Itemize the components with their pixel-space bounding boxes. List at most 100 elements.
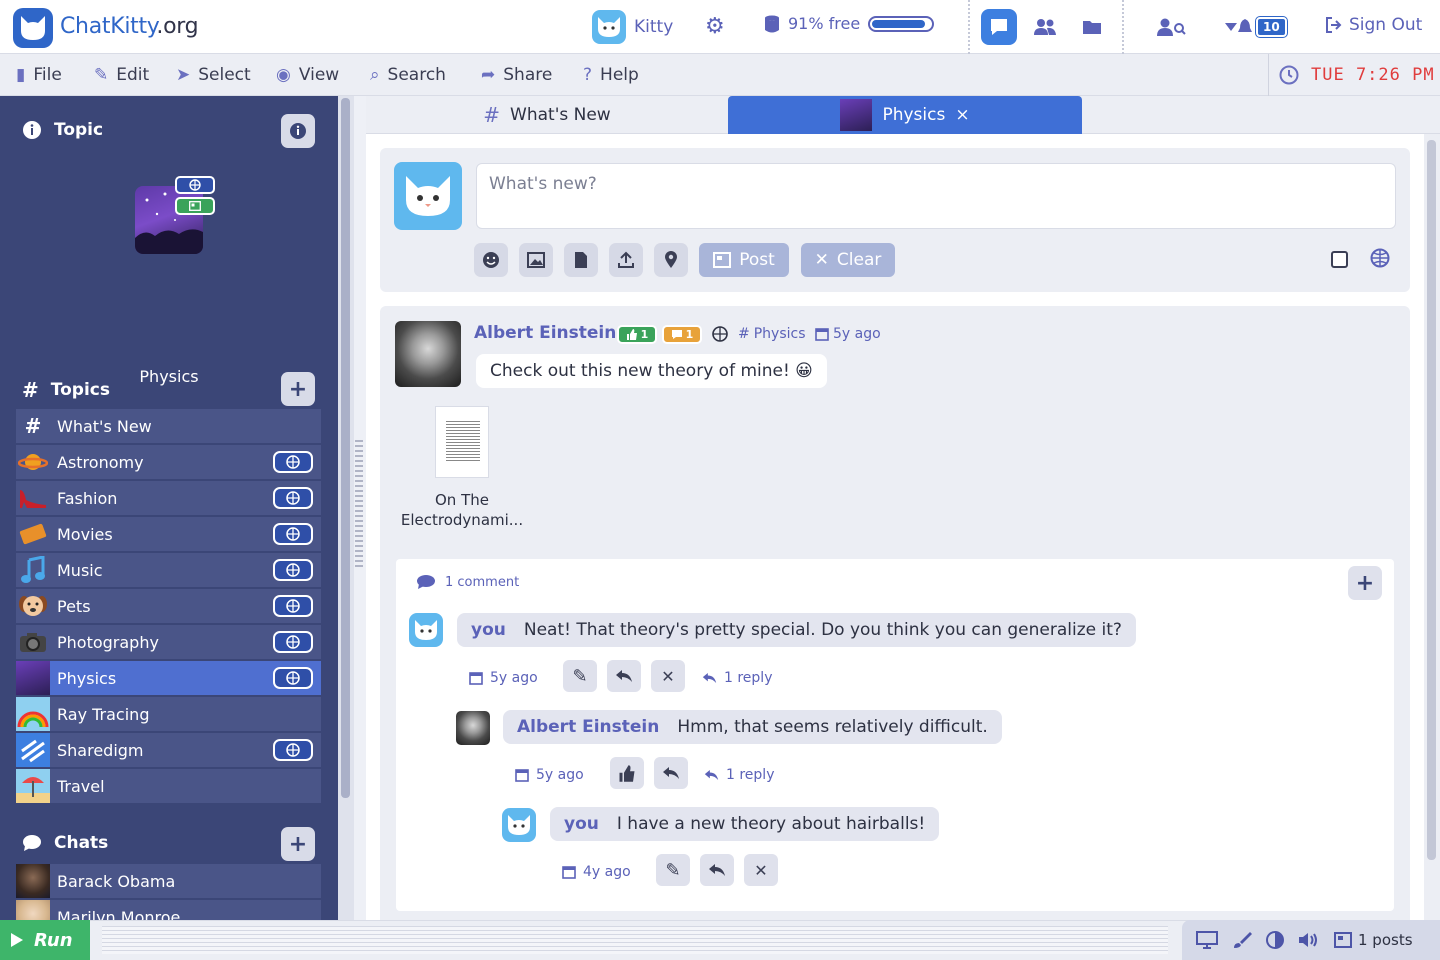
menu-file[interactable]: ▮ File [16, 65, 62, 85]
run-button[interactable]: Run [0, 920, 90, 960]
edit-comment-button[interactable]: ✎ [563, 660, 597, 692]
planet-icon [16, 445, 50, 479]
comment-author[interactable]: you [564, 814, 599, 834]
menu-share[interactable]: ➦ Share [481, 65, 552, 85]
storage-indicator[interactable]: 91% free [764, 14, 935, 33]
replies-toggle[interactable]: 1 reply [704, 767, 774, 783]
reply-button[interactable] [654, 757, 688, 789]
menu-view[interactable]: ◉ View [276, 65, 339, 85]
camera-icon [16, 625, 50, 659]
sidebar-item-fashion[interactable]: Fashion [16, 481, 321, 515]
sign-out-button[interactable]: Sign Out [1325, 15, 1422, 35]
paintbrush-icon[interactable] [1232, 931, 1252, 949]
delete-comment-button[interactable]: ✕ [651, 660, 685, 692]
replies-label: 1 reply [724, 670, 773, 686]
comments-badge[interactable]: 1 [662, 325, 702, 344]
sidebar-item-photography[interactable]: Photography [16, 625, 321, 659]
public-checkbox[interactable] [1331, 251, 1348, 268]
menu-search[interactable]: ⌕ Search [370, 65, 446, 85]
add-chat-button[interactable]: + [281, 827, 315, 861]
notifications-button[interactable] [1218, 9, 1258, 45]
add-topic-button[interactable]: + [281, 372, 315, 406]
sidebar-scrollbar-thumb[interactable] [341, 98, 350, 798]
location-button[interactable] [654, 243, 688, 277]
thumbs-up-icon [626, 329, 637, 340]
likes-badge[interactable]: 1 [617, 325, 657, 344]
newspaper-icon [713, 252, 732, 268]
posts-count[interactable]: 1 posts [1334, 931, 1413, 949]
edit-comment-button[interactable]: ✎ [656, 854, 690, 886]
content-scrollbar-thumb[interactable] [1427, 140, 1436, 860]
sidebar-item-ray-tracing[interactable]: Ray Tracing [16, 697, 321, 731]
comment-author[interactable]: Albert Einstein [517, 717, 659, 737]
topic-heading-label: Topic [54, 120, 104, 140]
sidebar-scrollbar[interactable] [338, 96, 354, 920]
emoji-button[interactable] [474, 243, 508, 277]
tab-physics[interactable]: Physics × [728, 96, 1082, 134]
comments-header[interactable]: 1 comment [416, 574, 519, 590]
topic-heading: Topic [22, 120, 103, 140]
replies-toggle[interactable]: 1 reply [702, 670, 772, 686]
post-input[interactable]: What's new? [476, 163, 1396, 229]
chat-view-button[interactable] [981, 9, 1017, 45]
topics-heading-label: Topics [50, 380, 110, 400]
tab-whats-new[interactable]: # What's New [366, 96, 728, 134]
content-scrollbar[interactable] [1424, 134, 1440, 920]
attachment-name[interactable]: On The Electrodynami... [396, 490, 528, 530]
sidebar-chat-barack-obama[interactable]: Barack Obama [16, 864, 321, 898]
reply-button[interactable] [700, 854, 734, 886]
settings-gear-icon[interactable]: ⚙ [705, 14, 725, 39]
post-topic-label: Physics [753, 326, 806, 342]
reply-button[interactable] [607, 660, 641, 692]
monitor-icon[interactable] [1196, 931, 1218, 949]
plus-icon: + [288, 831, 308, 857]
sidebar: Topic Physics # Topics + # What's New As… [0, 96, 338, 920]
sidebar-chat-marilyn-monroe[interactable]: Marilyn Monroe [16, 900, 321, 920]
add-comment-button[interactable]: + [1348, 566, 1382, 600]
menu-edit[interactable]: ✎ Edit [94, 65, 149, 85]
globe-icon [712, 326, 728, 342]
clock-time: TUE 7:26 PM [1311, 65, 1435, 85]
menu-view-label: View [298, 65, 340, 85]
upload-button[interactable] [609, 243, 643, 277]
sidebar-item-sharedigm[interactable]: Sharedigm [16, 733, 321, 767]
contrast-icon[interactable] [1266, 931, 1284, 949]
topic-info-button[interactable] [281, 114, 315, 148]
database-icon [765, 15, 779, 32]
comment-date: 5y ago [515, 767, 584, 783]
globe-icon [273, 451, 313, 473]
sidebar-item-whats-new[interactable]: # What's New [16, 409, 321, 443]
play-icon [11, 933, 23, 947]
topics-heading: # Topics [22, 378, 110, 402]
status-tools: 1 posts [1182, 920, 1440, 960]
attachment-document-thumbnail[interactable] [435, 406, 489, 478]
files-view-button[interactable] [1074, 9, 1110, 45]
add-image-button[interactable] [519, 243, 553, 277]
comment-bubble: Albert Einstein Hmm, that seems relative… [503, 710, 1002, 744]
menu-select[interactable]: ➤ Select [176, 65, 251, 85]
people-view-button[interactable] [1027, 9, 1063, 45]
attach-file-button[interactable] [564, 243, 598, 277]
sidebar-item-pets[interactable]: Pets [16, 589, 321, 623]
tab-label: Physics [882, 105, 946, 125]
post-button[interactable]: Post [699, 243, 789, 277]
sidebar-item-physics[interactable]: Physics [16, 661, 321, 695]
sidebar-item-music[interactable]: Music [16, 553, 321, 587]
sidebar-item-movies[interactable]: Movies [16, 517, 321, 551]
tab-close-icon[interactable]: × [955, 105, 969, 125]
clear-button[interactable]: ✕ Clear [801, 243, 895, 277]
splitter-handle[interactable] [355, 440, 363, 570]
sidebar-item-travel[interactable]: Travel [16, 769, 321, 803]
speaker-icon[interactable] [1298, 931, 1320, 949]
divider [968, 0, 970, 54]
find-user-button[interactable] [1153, 9, 1189, 45]
post-topic-link[interactable]: # Physics [738, 326, 806, 342]
user-menu[interactable]: Kitty [592, 10, 673, 44]
post-author[interactable]: Albert Einstein [474, 323, 616, 343]
comment-author[interactable]: you [471, 620, 506, 640]
delete-comment-button[interactable]: ✕ [744, 854, 778, 886]
help-circle-icon: ? [583, 65, 593, 85]
menu-help[interactable]: ? Help [583, 65, 639, 85]
like-button[interactable] [610, 757, 644, 789]
sidebar-item-astronomy[interactable]: Astronomy [16, 445, 321, 479]
